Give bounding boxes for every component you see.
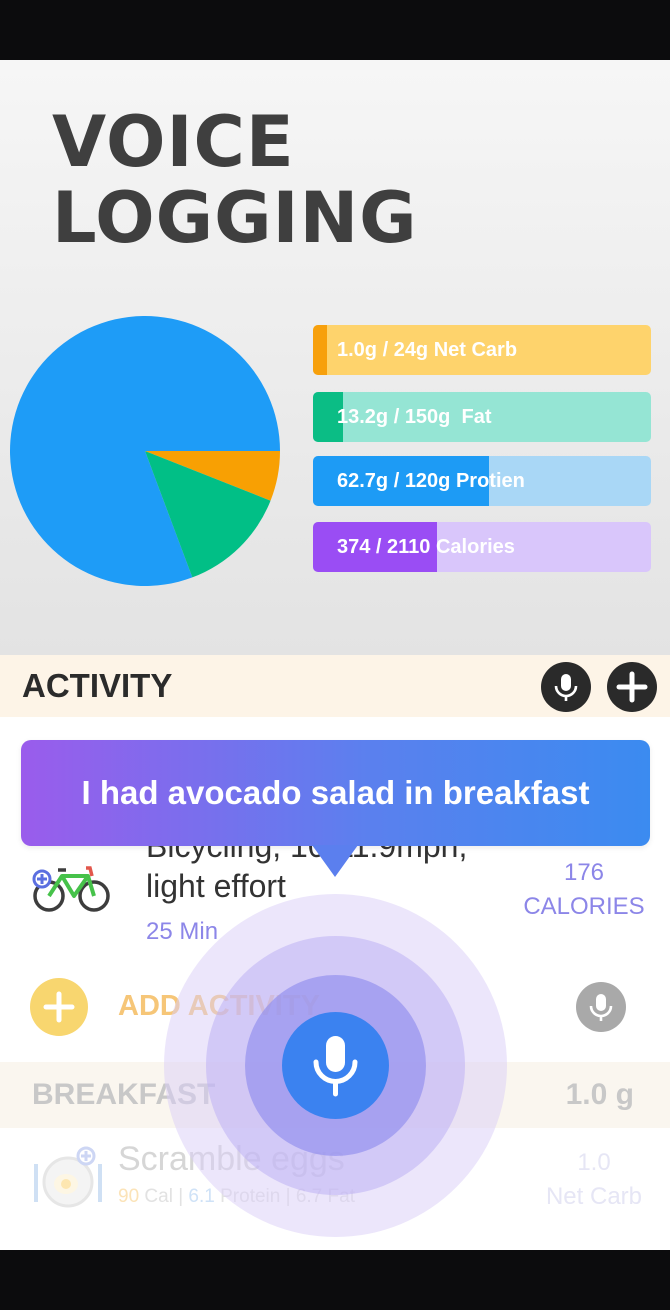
title-line-2: LOGGING <box>52 177 418 259</box>
bubble-tail <box>312 845 358 877</box>
voice-record-button[interactable] <box>282 1012 389 1119</box>
activity-title: ACTIVITY <box>22 667 173 704</box>
bar-label: 62.7g / 120g Protien <box>337 470 525 492</box>
calories-value: 176 <box>563 859 605 886</box>
activity-calories: 176 CALORIES <box>514 856 654 924</box>
bar-label: 374 / 2110 Calories <box>337 536 515 558</box>
voice-log-button[interactable] <box>541 662 591 712</box>
bar-label: 1.0g / 24g Net Carb <box>337 339 518 361</box>
bar-label: 13.2g / 150g Fat <box>337 406 492 428</box>
top-status-bar <box>0 0 670 60</box>
calories-bar: 374 / 2110 Calories <box>313 522 651 572</box>
page-title: VOICE LOGGING <box>52 104 472 256</box>
bar-fill <box>313 325 328 375</box>
calories-unit: CALORIES <box>523 893 645 920</box>
macro-pie-chart <box>10 316 280 586</box>
activity-duration: 25 Min <box>146 918 219 945</box>
net-carb-bar: 1.0g / 24g Net Carb <box>313 325 651 375</box>
activity-voice-button[interactable] <box>576 982 626 1032</box>
food-protein: 6.1 <box>188 1186 215 1207</box>
add-entry-button[interactable] <box>607 662 657 712</box>
bicycle-icon <box>32 866 110 912</box>
activity-name-line2: light effort <box>146 868 286 904</box>
plate-icon <box>34 1146 102 1208</box>
carb-value: 1.0 <box>577 1149 611 1176</box>
voice-transcript-text: I had avocado salad in breakfast <box>81 774 590 811</box>
food-net-carb: 1.0 Net Carb <box>534 1146 654 1214</box>
fat-bar: 13.2g / 150g Fat <box>313 392 651 442</box>
add-activity-button[interactable] <box>30 978 88 1036</box>
title-line-1: VOICE <box>52 101 295 183</box>
plus-icon <box>43 991 75 1023</box>
plus-icon <box>616 671 648 703</box>
mic-icon <box>554 674 578 701</box>
bottom-bar <box>0 1250 670 1310</box>
carb-unit: Net Carb <box>545 1183 643 1210</box>
mic-icon <box>589 994 613 1021</box>
breakfast-amount: 1.0 g <box>565 1078 634 1111</box>
protein-bar: 62.7g / 120g Protien <box>313 456 651 506</box>
food-calories-unit: Cal | <box>139 1186 189 1207</box>
food-calories: 90 <box>118 1186 140 1207</box>
hero-panel: VOICE LOGGING 1.0g / 24g Net Carb 13.2g … <box>0 60 670 655</box>
mic-icon <box>313 1036 358 1097</box>
